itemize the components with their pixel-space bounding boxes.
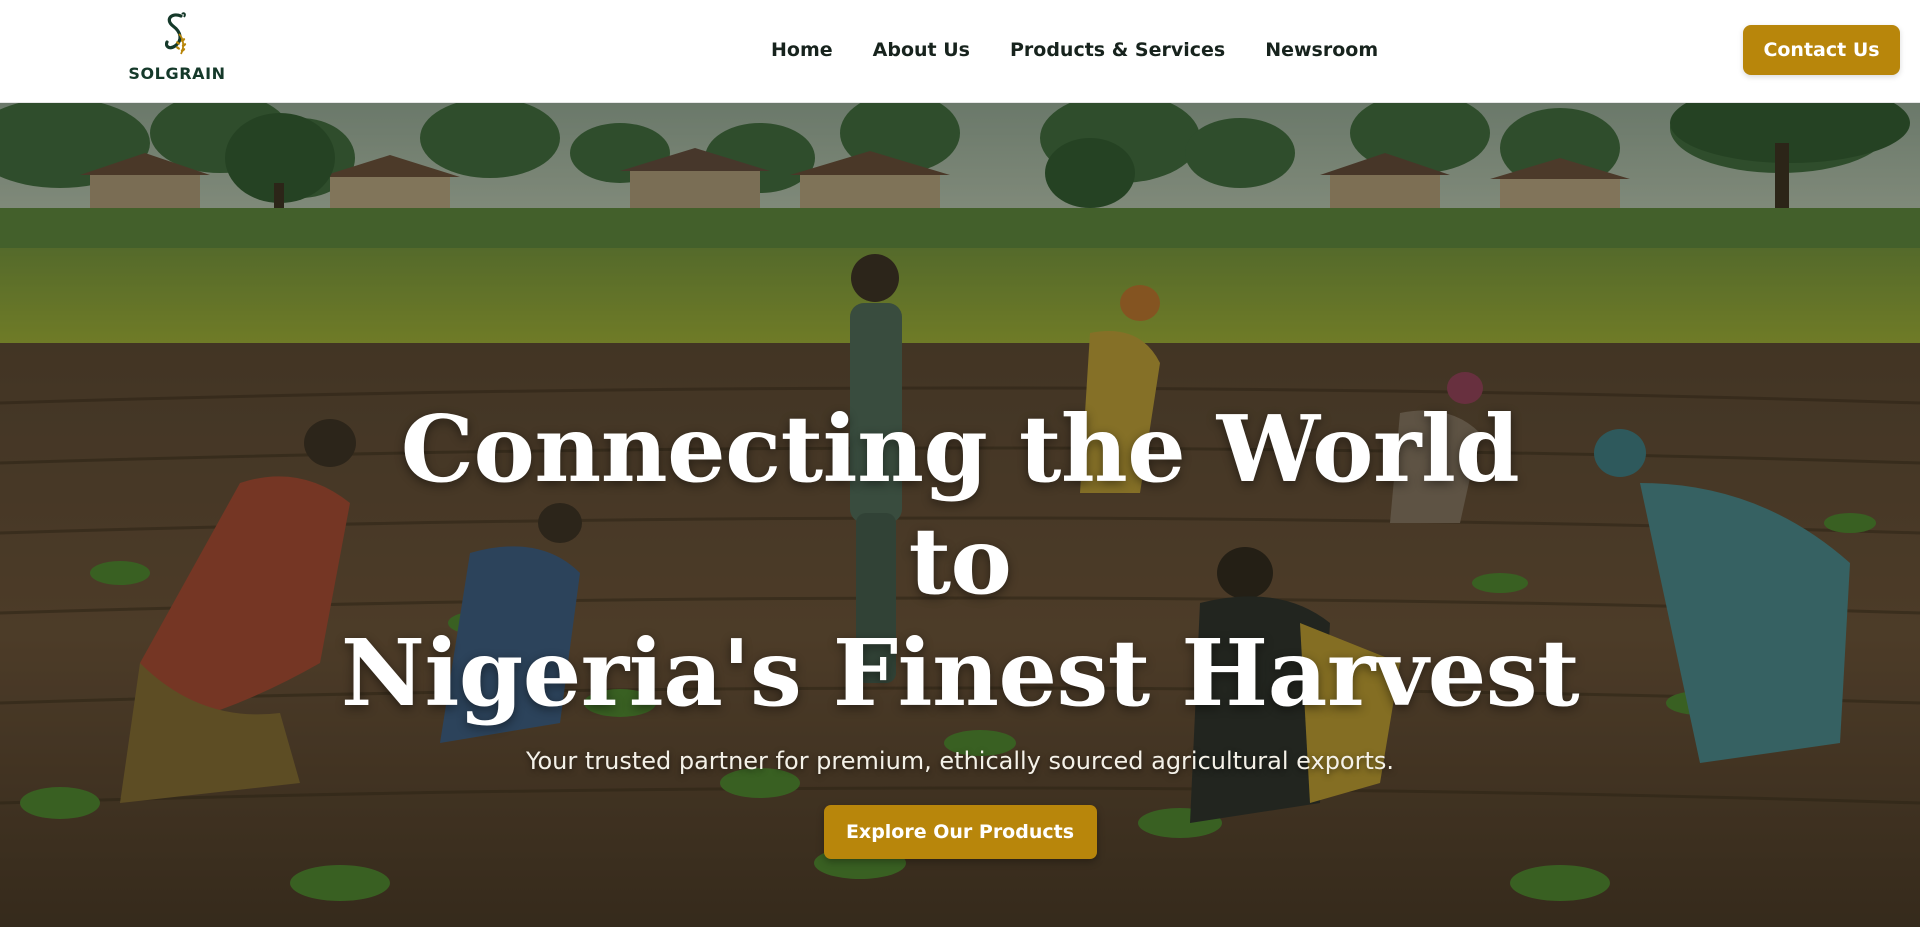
hero-title-line-2: Nigeria's Finest Harvest [340, 619, 1580, 727]
site-header: SOLGRAIN Home About Us Products & Servic… [0, 0, 1920, 103]
contact-us-button[interactable]: Contact Us [1743, 25, 1900, 75]
hero-content: Connecting the World to Nigeria's Finest… [0, 103, 1920, 927]
hero-title-line-1: Connecting the World to [400, 395, 1520, 615]
main-nav: Home About Us Products & Services Newsro… [771, 0, 1378, 100]
hero-subtitle: Your trusted partner for premium, ethica… [525, 747, 1395, 775]
brand-name: SOLGRAIN [128, 64, 226, 83]
nav-link-about-us[interactable]: About Us [873, 39, 970, 61]
nav-link-home[interactable]: Home [771, 39, 833, 61]
hero-section: Connecting the World to Nigeria's Finest… [0, 103, 1920, 927]
explore-products-button[interactable]: Explore Our Products [823, 805, 1097, 859]
solgrain-logo-icon [164, 12, 187, 55]
brand-logo[interactable]: SOLGRAIN [128, 10, 226, 86]
hero-title: Connecting the World to Nigeria's Finest… [340, 393, 1580, 729]
nav-link-products-services[interactable]: Products & Services [1010, 39, 1225, 61]
nav-link-newsroom[interactable]: Newsroom [1265, 39, 1378, 61]
